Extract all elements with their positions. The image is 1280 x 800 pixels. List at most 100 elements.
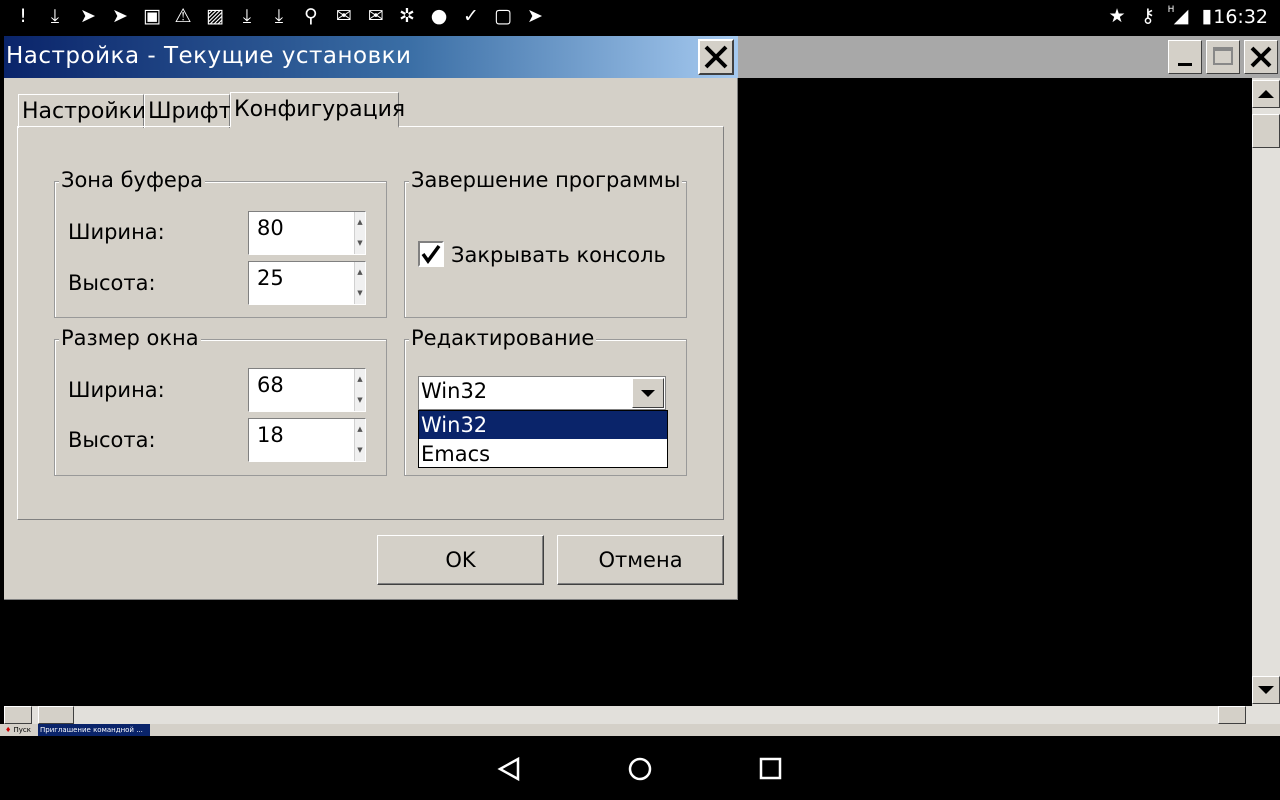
scroll-left-button[interactable] (4, 706, 32, 724)
download-icon: ⤓ (50, 5, 60, 27)
signal-icon: ◢ (1173, 5, 1189, 27)
notification-alert-icon: ! (19, 5, 27, 27)
spinner-arrows[interactable]: ▲ ▼ (354, 262, 365, 304)
spinner-arrows[interactable]: ▲ ▼ (354, 212, 365, 254)
vertical-scrollbar[interactable] (1252, 78, 1280, 706)
star-icon: ★ (1108, 5, 1126, 27)
tab-panel: Зона буфера Ширина: 80 ▲ ▼ Высота: 25 ▲ ▼ … (17, 126, 724, 520)
minimize-icon (1178, 63, 1192, 66)
buffer-height-value: 25 (257, 266, 284, 290)
scroll-thumb[interactable] (1252, 114, 1280, 148)
combobox-dropdown-button[interactable] (632, 378, 664, 408)
buffer-width-spinner[interactable]: 80 ▲ ▼ (248, 211, 366, 255)
clock: 16:32 (1213, 6, 1268, 28)
editing-mode-dropdown: Win32 Emacs (418, 410, 668, 468)
start-button[interactable]: ♦ Пуск (2, 724, 34, 736)
hscroll-thumb[interactable] (38, 706, 74, 724)
window-width-spinner[interactable]: 68 ▲ ▼ (248, 368, 366, 412)
download-icon: ⤓ (274, 5, 284, 27)
check-icon: ✓ (463, 5, 479, 27)
android-status-bar: ! ⤓ ➤ ➤ ▣ ⚠ ▨ ⤓ ⤓ ⚲ ✉ ✉ ✲ ● ✓ ▢ ➤ ★ ⚷ H … (0, 0, 1280, 34)
buffer-group-title: Зона буфера (59, 168, 206, 192)
scroll-down-button[interactable] (1252, 676, 1280, 704)
minimize-button[interactable] (1168, 40, 1202, 74)
close-console-label[interactable]: Закрывать консоль (451, 243, 666, 267)
spin-up-icon[interactable]: ▲ (355, 212, 365, 233)
window-height-spinner[interactable]: 18 ▲ ▼ (248, 418, 366, 462)
buffer-group: Зона буфера Ширина: 80 ▲ ▼ Высота: 25 ▲ ▼ (54, 168, 387, 318)
close-icon (1250, 46, 1272, 68)
editing-mode-combobox[interactable]: Win32 (418, 376, 666, 410)
exit-group: Завершение программы Закрывать консоль (404, 168, 687, 318)
buffer-height-spinner[interactable]: 25 ▲ ▼ (248, 261, 366, 305)
spin-up-icon[interactable]: ▲ (355, 369, 365, 390)
notification-icon: ● (430, 5, 448, 27)
maximize-button[interactable] (1206, 40, 1240, 74)
close-icon (704, 45, 728, 69)
spin-down-icon[interactable]: ▼ (355, 233, 365, 254)
back-icon[interactable] (496, 756, 522, 782)
gallery-icon: ▨ (206, 5, 224, 27)
tab-configuration[interactable]: Конфигурация (230, 92, 405, 128)
arrow-up-icon (1258, 90, 1274, 98)
mail-icon: ✉ (368, 5, 384, 27)
window-size-group: Размер окна Ширина: 68 ▲ ▼ Высота: 18 ▲ ▼ (54, 326, 387, 476)
spin-down-icon[interactable]: ▼ (355, 390, 365, 411)
dialog-title-bar[interactable]: Настройка - Текущие установки (4, 36, 738, 78)
checkmark-icon (421, 244, 441, 264)
window-height-value: 18 (257, 423, 284, 447)
console-title-bar[interactable] (738, 36, 1280, 78)
dropdown-option-win32[interactable]: Win32 (419, 411, 667, 439)
settings-icon: ✲ (399, 5, 415, 27)
horizontal-scrollbar[interactable] (4, 706, 1280, 724)
cancel-button[interactable]: Отмена (557, 535, 724, 585)
scroll-right-button[interactable] (1218, 706, 1246, 724)
spin-up-icon[interactable]: ▲ (355, 419, 365, 440)
tab-font[interactable]: Шрифт (144, 94, 231, 128)
window-height-label: Высота: (68, 428, 156, 452)
dialog-close-button[interactable] (698, 39, 734, 75)
start-icon: ♦ (5, 726, 12, 734)
close-console-checkbox[interactable] (418, 241, 444, 267)
download-icon: ⤓ (242, 5, 252, 27)
key-icon: ⚷ (1141, 5, 1155, 27)
arrow-down-icon (1258, 686, 1274, 694)
exit-group-title: Завершение программы (409, 168, 683, 192)
image-icon: ▣ (143, 5, 161, 27)
editing-group-title: Редактирование (409, 326, 597, 350)
spinner-arrows[interactable]: ▲ ▼ (354, 369, 365, 411)
android-nav-bar (0, 736, 1280, 800)
scroll-up-button[interactable] (1252, 80, 1280, 108)
editing-mode-value: Win32 (421, 379, 488, 403)
spin-up-icon[interactable]: ▲ (355, 262, 365, 283)
buffer-height-label: Высота: (68, 271, 156, 295)
spinner-arrows[interactable]: ▲ ▼ (354, 419, 365, 461)
mail-icon: ✉ (336, 5, 352, 27)
warning-icon: ⚠ (174, 5, 192, 27)
maximize-icon (1213, 47, 1233, 65)
spin-down-icon[interactable]: ▼ (355, 440, 365, 461)
ok-button[interactable]: OK (377, 535, 544, 585)
dropdown-option-emacs[interactable]: Emacs (419, 440, 667, 468)
spin-down-icon[interactable]: ▼ (355, 283, 365, 304)
window-width-label: Ширина: (68, 378, 165, 402)
taskbar: ♦ Пуск Приглашение командной ... (0, 724, 1280, 736)
home-icon[interactable] (627, 756, 653, 782)
telegram-icon: ➤ (527, 5, 543, 27)
console-close-button[interactable] (1244, 40, 1278, 74)
editing-group: Редактирование Win32 Win32 Emacs (404, 326, 687, 476)
buffer-width-value: 80 (257, 216, 284, 240)
settings-dialog: Настройка - Текущие установки Настройки … (4, 36, 738, 600)
telegram-icon: ➤ (80, 5, 96, 27)
telegram-icon: ➤ (112, 5, 128, 27)
app-icon: ▢ (494, 5, 512, 27)
dialog-title: Настройка - Текущие установки (6, 43, 412, 69)
chevron-down-icon (641, 390, 655, 397)
start-label: Пуск (13, 726, 31, 734)
tab-settings[interactable]: Настройки (18, 94, 146, 128)
window-size-group-title: Размер окна (59, 326, 201, 350)
window-width-value: 68 (257, 373, 284, 397)
recents-icon[interactable] (758, 756, 784, 782)
taskbar-item-console[interactable]: Приглашение командной ... (38, 724, 150, 736)
search-icon: ⚲ (304, 5, 318, 27)
